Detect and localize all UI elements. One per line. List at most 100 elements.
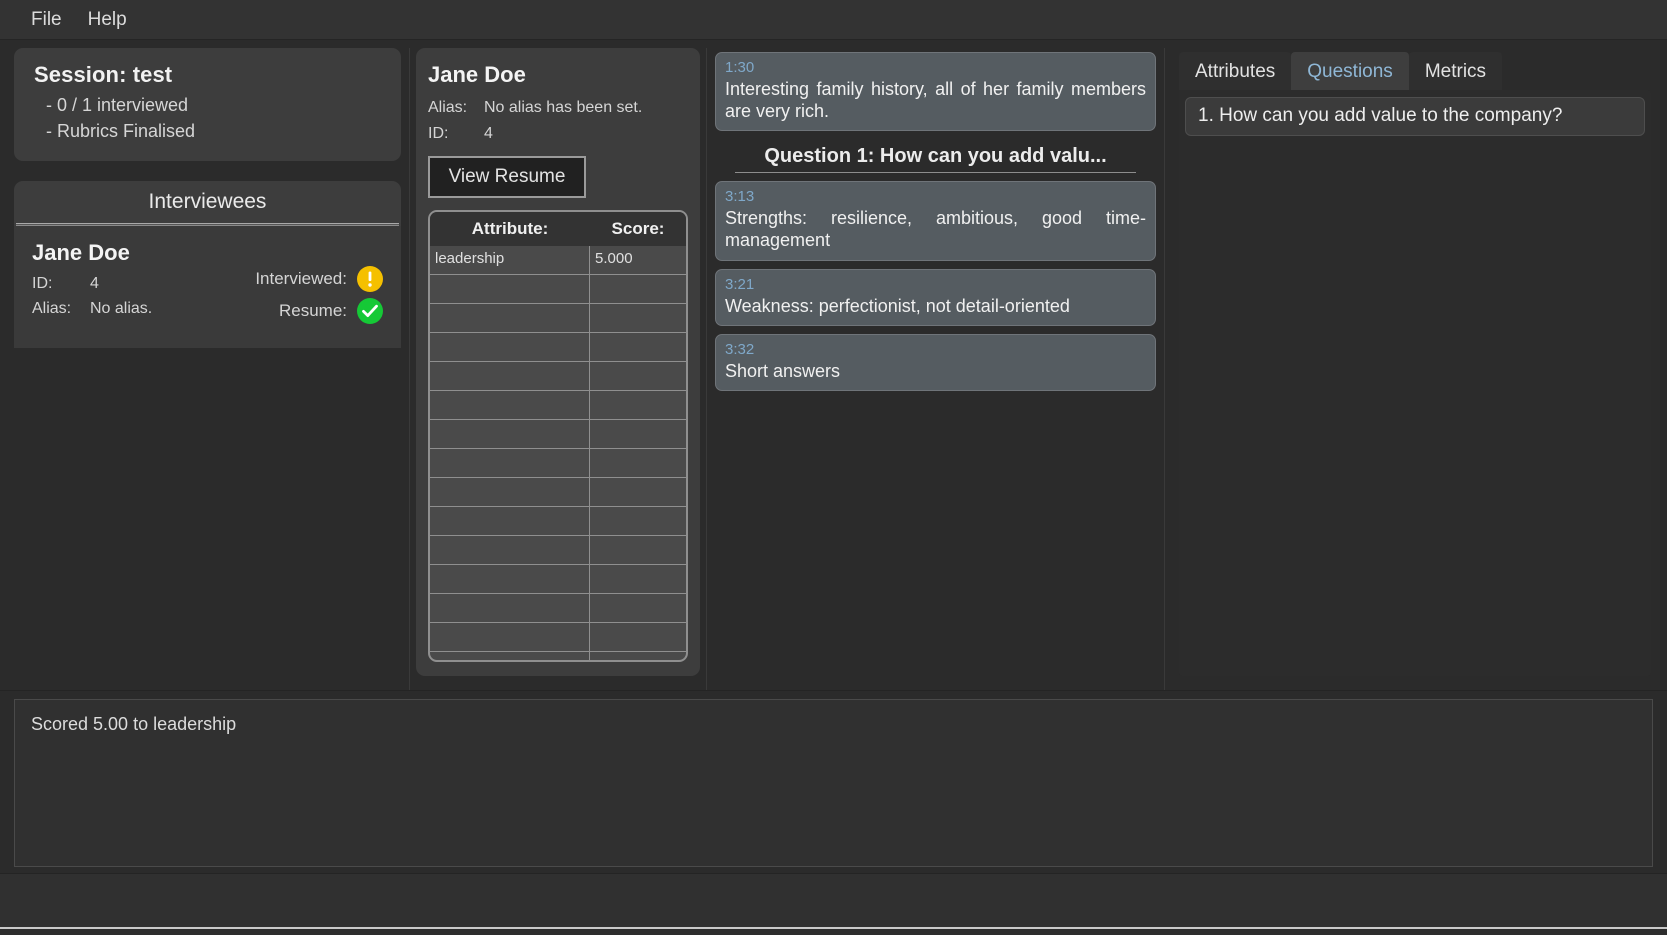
transcript-entry[interactable]: 3:13 Strengths: resilience, ambitious, g… [715, 181, 1156, 261]
rubric-tabs-column: Attributes Questions Metrics 1. How can … [1165, 48, 1661, 690]
log-box[interactable]: Scored 5.00 to leadership [14, 699, 1653, 867]
cell-attribute [430, 623, 590, 652]
interviewee-status-group: Interviewed: Resume: [255, 240, 383, 330]
interviewees-panel: Interviewees Jane Doe ID: 4 Alias: No al… [14, 180, 401, 348]
interviewed-status: Interviewed: [255, 265, 383, 292]
session-column-filler [14, 348, 401, 684]
check-circle-icon [357, 297, 383, 324]
table-row[interactable] [430, 623, 686, 653]
attribute-score-table: Attribute: Score: leadership 5.000 [428, 210, 688, 662]
menu-item-help[interactable]: Help [75, 6, 140, 33]
table-body: leadership 5.000 [430, 246, 686, 660]
transcript-entry[interactable]: 1:30 Interesting family history, all of … [715, 52, 1156, 132]
candidate-alias-label: Alias: [428, 99, 468, 116]
cell-score [590, 565, 686, 593]
table-row[interactable] [430, 507, 686, 537]
table-row[interactable] [430, 391, 686, 421]
table-row[interactable] [430, 449, 686, 479]
interviewee-id-field: ID: 4 [32, 272, 152, 297]
view-resume-button[interactable]: View Resume [428, 156, 586, 199]
candidate-alias-field: Alias: No alias has been set. [428, 95, 688, 121]
cell-score [590, 391, 686, 419]
cell-score [590, 652, 686, 660]
transcript-column[interactable]: 1:30 Interesting family history, all of … [707, 48, 1165, 690]
table-row[interactable] [430, 536, 686, 566]
cell-score [590, 478, 686, 506]
table-row[interactable] [430, 304, 686, 334]
interviewee-alias-value: No alias. [90, 299, 153, 317]
candidate-id-value: 4 [484, 124, 493, 142]
cell-attribute: leadership [430, 246, 590, 275]
table-row[interactable] [430, 333, 686, 363]
transcript-text: Interesting family history, all of her f… [725, 79, 1146, 122]
application-window: File Help Session: test - 0 / 1 intervie… [0, 0, 1667, 935]
cell-score [590, 623, 686, 651]
cell-score [590, 420, 686, 448]
interviewee-alias-label: Alias: [32, 299, 72, 317]
menu-bar: File Help [0, 0, 1667, 40]
cell-score [590, 449, 686, 477]
log-line: Scored 5.00 to leadership [31, 714, 237, 734]
warning-circle-icon [357, 265, 383, 292]
tab-metrics[interactable]: Metrics [1408, 52, 1503, 90]
transcript-question-title: Question 1: How can you add valu... [764, 145, 1107, 168]
transcript-timestamp: 1:30 [725, 59, 755, 76]
cell-score [590, 362, 686, 390]
interviewees-header: Interviewees [148, 189, 267, 213]
list-item[interactable]: 1. How can you add value to the company? [1185, 97, 1645, 136]
candidate-alias-value: No alias has been set. [484, 99, 643, 116]
cell-attribute [430, 594, 590, 623]
session-interviewed-count: - 0 / 1 interviewed [46, 95, 189, 115]
transcript-text: Short answers [725, 360, 841, 381]
column-header-attribute: Attribute: [471, 219, 549, 239]
cell-attribute [430, 304, 590, 333]
table-row[interactable] [430, 420, 686, 450]
table-row[interactable] [430, 652, 686, 660]
cell-score [590, 333, 686, 361]
panel-row: Session: test - 0 / 1 interviewed - Rubr… [0, 40, 1667, 690]
resume-label: Resume: [278, 300, 347, 320]
work-area: Session: test - 0 / 1 interviewed - Rubr… [0, 40, 1667, 873]
transcript-entry[interactable]: 3:21 Weakness: perfectionist, not detail… [715, 268, 1156, 326]
cell-score: 5.000 [595, 250, 633, 268]
candidate-detail-card: Jane Doe Alias: No alias has been set. I… [416, 48, 700, 676]
table-header-row: Attribute: Score: [430, 212, 686, 247]
column-header-score: Score: [611, 219, 665, 239]
resume-status: Resume: [255, 297, 383, 324]
table-row[interactable] [430, 362, 686, 392]
candidate-id-label: ID: [428, 124, 449, 142]
tab-questions[interactable]: Questions [1291, 52, 1409, 90]
status-bar [0, 873, 1667, 929]
transcript-question-divider [735, 172, 1136, 174]
table-row[interactable] [430, 275, 686, 305]
cell-attribute [430, 449, 590, 478]
transcript-timestamp: 3:13 [725, 188, 755, 206]
tab-strip: Attributes Questions Metrics [1179, 52, 1651, 90]
cell-attribute [430, 391, 590, 420]
cell-attribute [430, 333, 590, 362]
cell-score [590, 536, 686, 564]
session-column: Session: test - 0 / 1 interviewed - Rubr… [6, 48, 410, 690]
questions-tab-panel: 1. How can you add value to the company? [1179, 90, 1651, 676]
list-item[interactable]: Jane Doe ID: 4 Alias: No alias. Intervie… [14, 225, 401, 348]
transcript-entry[interactable]: 3:32 Short answers [715, 333, 1156, 391]
cell-attribute [430, 536, 590, 565]
cell-score [590, 507, 686, 535]
interviewee-name: Jane Doe [32, 239, 130, 265]
session-title: Session: test [34, 62, 173, 87]
interviewee-id-value: 4 [90, 274, 99, 292]
interviewed-label: Interviewed: [255, 268, 347, 288]
cell-attribute [430, 652, 590, 660]
transcript-timestamp: 3:21 [725, 275, 755, 293]
transcript-timestamp: 3:32 [725, 340, 755, 358]
table-row[interactable] [430, 478, 686, 508]
table-row[interactable] [430, 565, 686, 595]
interviewee-info: Jane Doe ID: 4 Alias: No alias. [32, 240, 152, 322]
candidate-id-field: ID: 4 [428, 121, 688, 147]
cell-attribute [430, 362, 590, 391]
cell-attribute [430, 478, 590, 507]
menu-item-file[interactable]: File [18, 6, 75, 33]
table-row[interactable]: leadership 5.000 [430, 246, 686, 276]
tab-attributes[interactable]: Attributes [1179, 52, 1292, 90]
table-row[interactable] [430, 594, 686, 624]
